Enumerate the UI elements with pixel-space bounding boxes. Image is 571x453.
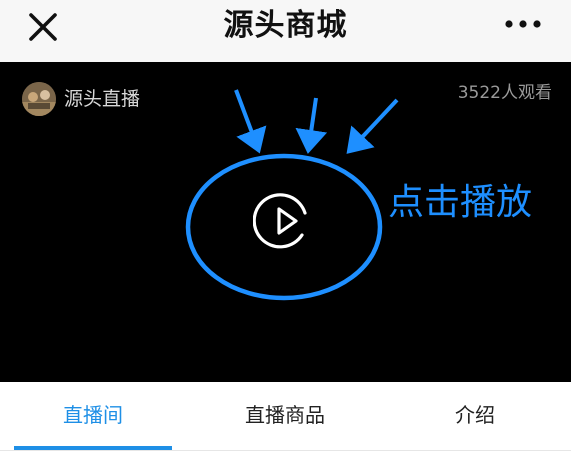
more-options-button[interactable] xyxy=(500,8,550,44)
annotation-arrow-middle xyxy=(295,97,328,154)
video-player[interactable]: 源头直播 3522人观看 点击播放 xyxy=(0,62,571,382)
close-button[interactable] xyxy=(22,8,66,52)
tab-introduction[interactable]: 介绍 xyxy=(396,382,554,448)
tab-live-products[interactable]: 直播商品 xyxy=(190,382,380,448)
close-icon xyxy=(29,13,57,41)
host-avatar[interactable] xyxy=(22,82,56,116)
more-dots-icon xyxy=(505,20,541,28)
page-title: 源头商城 xyxy=(223,8,348,43)
annotation-arrow-right xyxy=(346,98,399,154)
host-name: 源头直播 xyxy=(64,88,141,110)
annotation-arrow-left xyxy=(234,89,267,154)
header-bar: 源头商城 xyxy=(0,0,571,62)
tab-bar: 直播间 直播商品 介绍 xyxy=(0,382,571,453)
tab-bar-divider xyxy=(0,450,571,451)
play-button[interactable] xyxy=(252,190,315,252)
avatar-image xyxy=(22,82,56,116)
viewer-count: 3522人观看 xyxy=(457,83,552,103)
play-circle-icon xyxy=(252,193,307,249)
annotation-label: 点击播放 xyxy=(388,182,533,223)
live-page: 源头商城 源头直播 3522人观看 点击播放 直播间 直播商品 介绍 xyxy=(0,0,571,453)
tab-live-room[interactable]: 直播间 xyxy=(14,382,172,448)
